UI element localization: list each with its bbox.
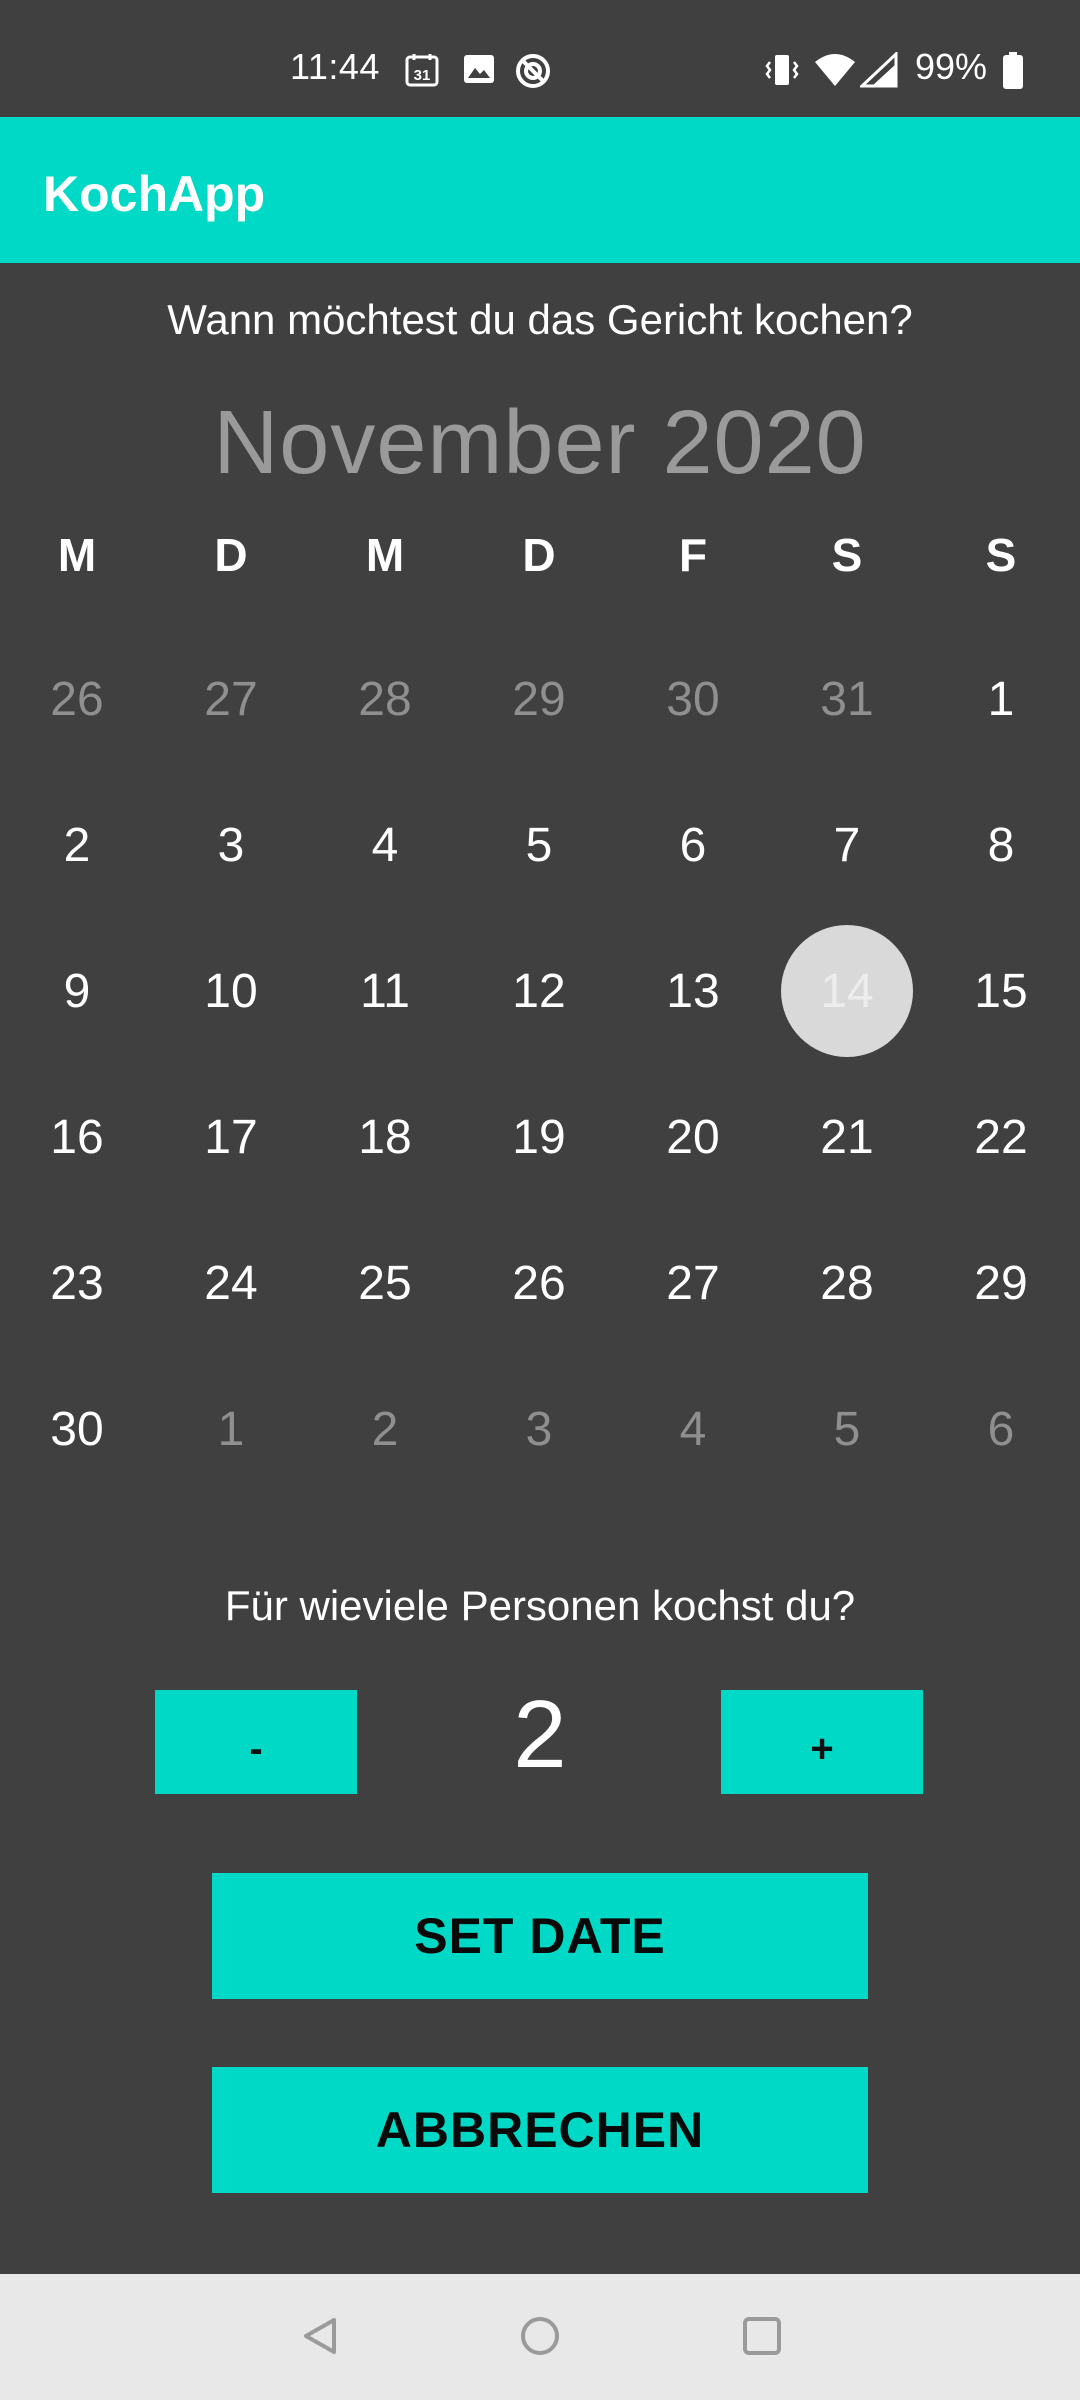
weekday-label: S (985, 529, 1017, 581)
date-question: Wann möchtest du das Gericht kochen? (167, 296, 913, 343)
status-bar: 11:44 31 99% (0, 0, 1080, 117)
vibrate-icon (765, 55, 799, 85)
weekday-label: S (831, 529, 863, 581)
calendar-day-prev-month[interactable]: 29 (462, 660, 616, 740)
calendar-day[interactable]: 15 (924, 952, 1078, 1032)
decrease-persons-button[interactable]: - (155, 1690, 357, 1794)
calendar-day[interactable]: 11 (308, 952, 462, 1032)
calendar-day[interactable]: 13 (616, 952, 770, 1032)
calendar-day[interactable]: 29 (924, 1244, 1078, 1324)
app-bar: KochApp (0, 117, 1080, 263)
cancel-button[interactable]: ABBRECHEN (212, 2067, 868, 2193)
calendar-badge: 31 (414, 67, 431, 84)
home-icon[interactable] (518, 2314, 562, 2358)
calendar-day[interactable]: 4 (308, 806, 462, 886)
calendar-day[interactable]: 17 (154, 1098, 308, 1178)
signal-icon (860, 52, 898, 88)
month-label[interactable]: November 2020 (0, 392, 1080, 495)
status-time: 11:44 (290, 46, 380, 87)
calendar-day-next-month[interactable]: 2 (308, 1390, 462, 1470)
calendar-day-next-month[interactable]: 4 (616, 1390, 770, 1470)
increase-persons-button[interactable]: + (721, 1690, 923, 1794)
weekday-label: D (522, 529, 556, 581)
calendar-icon: 31 (405, 54, 439, 87)
calendar-day-prev-month[interactable]: 27 (154, 660, 308, 740)
calendar-day-next-month[interactable]: 3 (462, 1390, 616, 1470)
calendar-day-next-month[interactable]: 5 (770, 1390, 924, 1470)
calendar-day[interactable]: 30 (0, 1390, 154, 1470)
system-nav-bar (0, 2274, 1080, 2400)
calendar-day[interactable]: 16 (0, 1098, 154, 1178)
weekday-label: F (678, 529, 708, 581)
calendar-day[interactable]: 10 (154, 952, 308, 1032)
calendar-day[interactable]: 21 (770, 1098, 924, 1178)
calendar-day-selected[interactable]: 14 (770, 952, 924, 1032)
calendar-day[interactable]: 3 (154, 806, 308, 886)
persons-question: Für wieviele Personen kochst du? (224, 1582, 856, 1629)
calendar-day[interactable]: 7 (770, 806, 924, 886)
calendar-day[interactable]: 8 (924, 806, 1078, 886)
wifi-icon (815, 54, 855, 86)
calendar-day-prev-month[interactable]: 30 (616, 660, 770, 740)
calendar-day[interactable]: 18 (308, 1098, 462, 1178)
calendar-day[interactable]: 25 (308, 1244, 462, 1324)
data-saver-icon (516, 54, 550, 88)
calendar-day[interactable]: 27 (616, 1244, 770, 1324)
calendar-day[interactable]: 1 (924, 660, 1078, 740)
app-title: KochApp (43, 166, 266, 222)
calendar-day[interactable]: 20 (616, 1098, 770, 1178)
calendar-day-next-month[interactable]: 1 (154, 1390, 308, 1470)
calendar-day[interactable]: 12 (462, 952, 616, 1032)
calendar-day-prev-month[interactable]: 26 (0, 660, 154, 740)
calendar-day[interactable]: 26 (462, 1244, 616, 1324)
set-date-button[interactable]: SET DATE (212, 1873, 868, 1999)
weekday-label: M (57, 529, 97, 581)
image-icon (464, 55, 494, 83)
recents-icon[interactable] (740, 2314, 784, 2358)
calendar-day[interactable]: 2 (0, 806, 154, 886)
calendar-day[interactable]: 23 (0, 1244, 154, 1324)
calendar-day[interactable]: 6 (616, 806, 770, 886)
calendar-day[interactable]: 28 (770, 1244, 924, 1324)
calendar-day[interactable]: 5 (462, 806, 616, 886)
weekday-label: M (365, 529, 405, 581)
battery-icon (1003, 52, 1023, 89)
calendar-day-next-month[interactable]: 6 (924, 1390, 1078, 1470)
back-icon[interactable] (298, 2314, 342, 2358)
calendar-day-prev-month[interactable]: 28 (308, 660, 462, 740)
calendar-day[interactable]: 9 (0, 952, 154, 1032)
battery-percent: 99% (915, 46, 988, 87)
weekday-label: D (214, 529, 248, 581)
calendar-day[interactable]: 22 (924, 1098, 1078, 1178)
calendar-day[interactable]: 24 (154, 1244, 308, 1324)
person-count: 2 (513, 1681, 567, 1788)
calendar-day[interactable]: 19 (462, 1098, 616, 1178)
calendar-day-prev-month[interactable]: 31 (770, 660, 924, 740)
